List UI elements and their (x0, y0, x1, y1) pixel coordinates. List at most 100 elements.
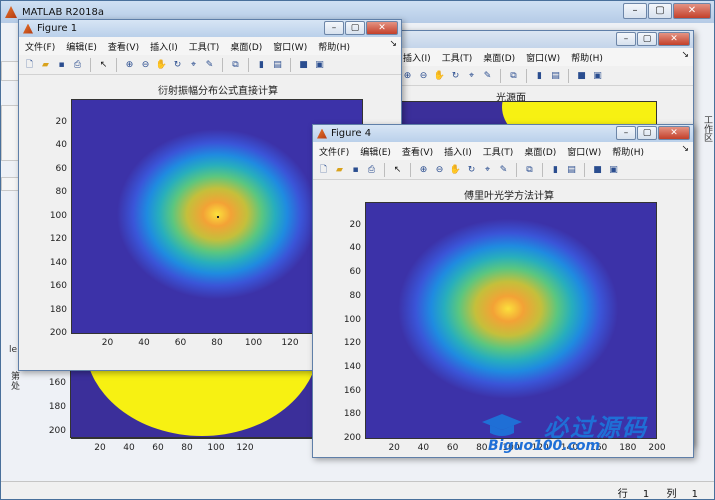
legend-icon[interactable]: ▤ (549, 69, 562, 82)
zoom-out-icon[interactable]: ⊖ (139, 58, 152, 71)
pan-hand-icon[interactable]: ✋ (155, 58, 168, 71)
menu-window[interactable]: 窗口(W) (567, 145, 601, 158)
toolbar-separator (90, 57, 91, 72)
maximize-button[interactable]: ▢ (637, 126, 657, 140)
menu-dock-arrow-icon[interactable]: ↘ (389, 39, 397, 49)
colorbar-icon[interactable]: ▮ (549, 163, 562, 176)
print-icon[interactable]: ⎙ (71, 58, 84, 71)
minimize-button[interactable]: – (324, 21, 344, 35)
zoom-out-icon[interactable]: ⊖ (417, 69, 430, 82)
workspace-side-tab[interactable]: 工作区 (692, 105, 714, 165)
new-figure-icon[interactable]: 🗋 (317, 163, 330, 176)
status-col-label: 列 (666, 489, 677, 500)
data-cursor-icon[interactable]: ⌖ (187, 58, 200, 71)
show-plot-tools-icon[interactable]: ▣ (591, 69, 604, 82)
maximize-button[interactable]: ▢ (648, 3, 672, 19)
figure4-plot-area[interactable] (365, 202, 657, 439)
hide-plot-tools-icon[interactable]: ■ (575, 69, 588, 82)
menu-edit[interactable]: 编辑(E) (360, 145, 391, 158)
menu-dock-arrow-icon[interactable]: ↘ (681, 144, 689, 154)
legend-icon[interactable]: ▤ (565, 163, 578, 176)
brush-icon[interactable]: ✎ (497, 163, 510, 176)
figure1-title-bar: Figure 1 – ▢ ✕ (19, 20, 401, 37)
pan-hand-icon[interactable]: ✋ (449, 163, 462, 176)
x-tick-label: 60 (152, 443, 164, 453)
close-button[interactable]: ✕ (658, 126, 690, 140)
y-tick-label: 60 (349, 267, 361, 278)
minimize-button[interactable]: – (616, 126, 636, 140)
menu-insert[interactable]: 插入(I) (150, 40, 178, 53)
save-icon[interactable]: ▪ (349, 163, 362, 176)
rotate-3d-icon[interactable]: ↻ (465, 163, 478, 176)
x-tick-label: 100 (244, 338, 263, 348)
pan-hand-icon[interactable]: ✋ (433, 69, 446, 82)
menu-help[interactable]: 帮助(H) (612, 145, 644, 158)
hide-plot-tools-icon[interactable]: ■ (297, 58, 310, 71)
new-figure-icon[interactable]: 🗋 (23, 58, 36, 71)
colorbar-icon[interactable]: ▮ (533, 69, 546, 82)
zoom-out-icon[interactable]: ⊖ (433, 163, 446, 176)
y-tick-label: 180 (48, 402, 66, 412)
brush-icon[interactable]: ✎ (481, 69, 494, 82)
maximize-button[interactable]: ▢ (345, 21, 365, 35)
menu-insert[interactable]: 插入(I) (444, 145, 472, 158)
menu-desktop[interactable]: 桌面(D) (230, 40, 262, 53)
link-plot-icon[interactable]: ⧉ (507, 69, 520, 82)
x-tick-label: 40 (123, 443, 135, 453)
minimize-button[interactable]: – (616, 32, 636, 46)
figure-source-menubar: 插入(I) 工具(T) 桌面(D) 窗口(W) 帮助(H) ↘ (397, 48, 693, 66)
menu-insert[interactable]: 插入(I) (403, 51, 431, 64)
watermark-url: Biguo100.com (488, 438, 601, 454)
menu-window[interactable]: 窗口(W) (273, 40, 307, 53)
menu-file[interactable]: 文件(F) (319, 145, 349, 158)
data-cursor-icon[interactable]: ⌖ (481, 163, 494, 176)
x-tick-label: 100 (207, 443, 225, 453)
open-file-icon[interactable]: ▰ (39, 58, 52, 71)
toolbar-separator (290, 57, 291, 72)
save-icon[interactable]: ▪ (55, 58, 68, 71)
colorbar-icon[interactable]: ▮ (255, 58, 268, 71)
cursor-position: 行 1 列 1 (618, 485, 698, 500)
x-tick-label: 120 (236, 443, 254, 453)
rotate-3d-icon[interactable]: ↻ (171, 58, 184, 71)
menu-file[interactable]: 文件(F) (25, 40, 55, 53)
menu-dock-arrow-icon[interactable]: ↘ (681, 50, 689, 60)
x-tick-label: 40 (417, 443, 430, 453)
menu-tools[interactable]: 工具(T) (189, 40, 220, 53)
link-plot-icon[interactable]: ⧉ (229, 58, 242, 71)
legend-icon[interactable]: ▤ (271, 58, 284, 71)
menu-help[interactable]: 帮助(H) (318, 40, 350, 53)
figure1-toolbar: 🗋 ▰ ▪ ⎙ ↖ ⊕ ⊖ ✋ ↻ ⌖ ✎ ⧉ ▮ ▤ ■ ▣ (19, 55, 401, 75)
source-disk-bottom (85, 362, 312, 436)
print-icon[interactable]: ⎙ (365, 163, 378, 176)
hide-plot-tools-icon[interactable]: ■ (591, 163, 604, 176)
menu-desktop[interactable]: 桌面(D) (483, 51, 515, 64)
close-button[interactable]: ✕ (366, 21, 398, 35)
maximize-button[interactable]: ▢ (637, 32, 657, 46)
menu-tools[interactable]: 工具(T) (442, 51, 473, 64)
zoom-in-icon[interactable]: ⊕ (417, 163, 430, 176)
minimize-button[interactable]: – (623, 3, 647, 19)
zoom-in-icon[interactable]: ⊕ (123, 58, 136, 71)
rotate-3d-icon[interactable]: ↻ (449, 69, 462, 82)
show-plot-tools-icon[interactable]: ▣ (313, 58, 326, 71)
zoom-in-icon[interactable]: ⊕ (401, 69, 414, 82)
edit-plot-arrow-icon[interactable]: ↖ (391, 163, 404, 176)
menu-edit[interactable]: 编辑(E) (66, 40, 97, 53)
figure4-menubar: 文件(F) 编辑(E) 查看(V) 插入(I) 工具(T) 桌面(D) 窗口(W… (313, 142, 693, 160)
menu-help[interactable]: 帮助(H) (571, 51, 603, 64)
edit-plot-arrow-icon[interactable]: ↖ (97, 58, 110, 71)
menu-desktop[interactable]: 桌面(D) (524, 145, 556, 158)
menu-view[interactable]: 查看(V) (108, 40, 139, 53)
open-file-icon[interactable]: ▰ (333, 163, 346, 176)
show-plot-tools-icon[interactable]: ▣ (607, 163, 620, 176)
link-plot-icon[interactable]: ⧉ (523, 163, 536, 176)
menu-view[interactable]: 查看(V) (402, 145, 433, 158)
close-button[interactable]: ✕ (658, 32, 690, 46)
menu-tools[interactable]: 工具(T) (483, 145, 514, 158)
close-button[interactable]: ✕ (673, 3, 711, 19)
data-cursor-icon[interactable]: ⌖ (465, 69, 478, 82)
menu-window[interactable]: 窗口(W) (526, 51, 560, 64)
x-tick-label: 60 (446, 443, 459, 453)
brush-icon[interactable]: ✎ (203, 58, 216, 71)
